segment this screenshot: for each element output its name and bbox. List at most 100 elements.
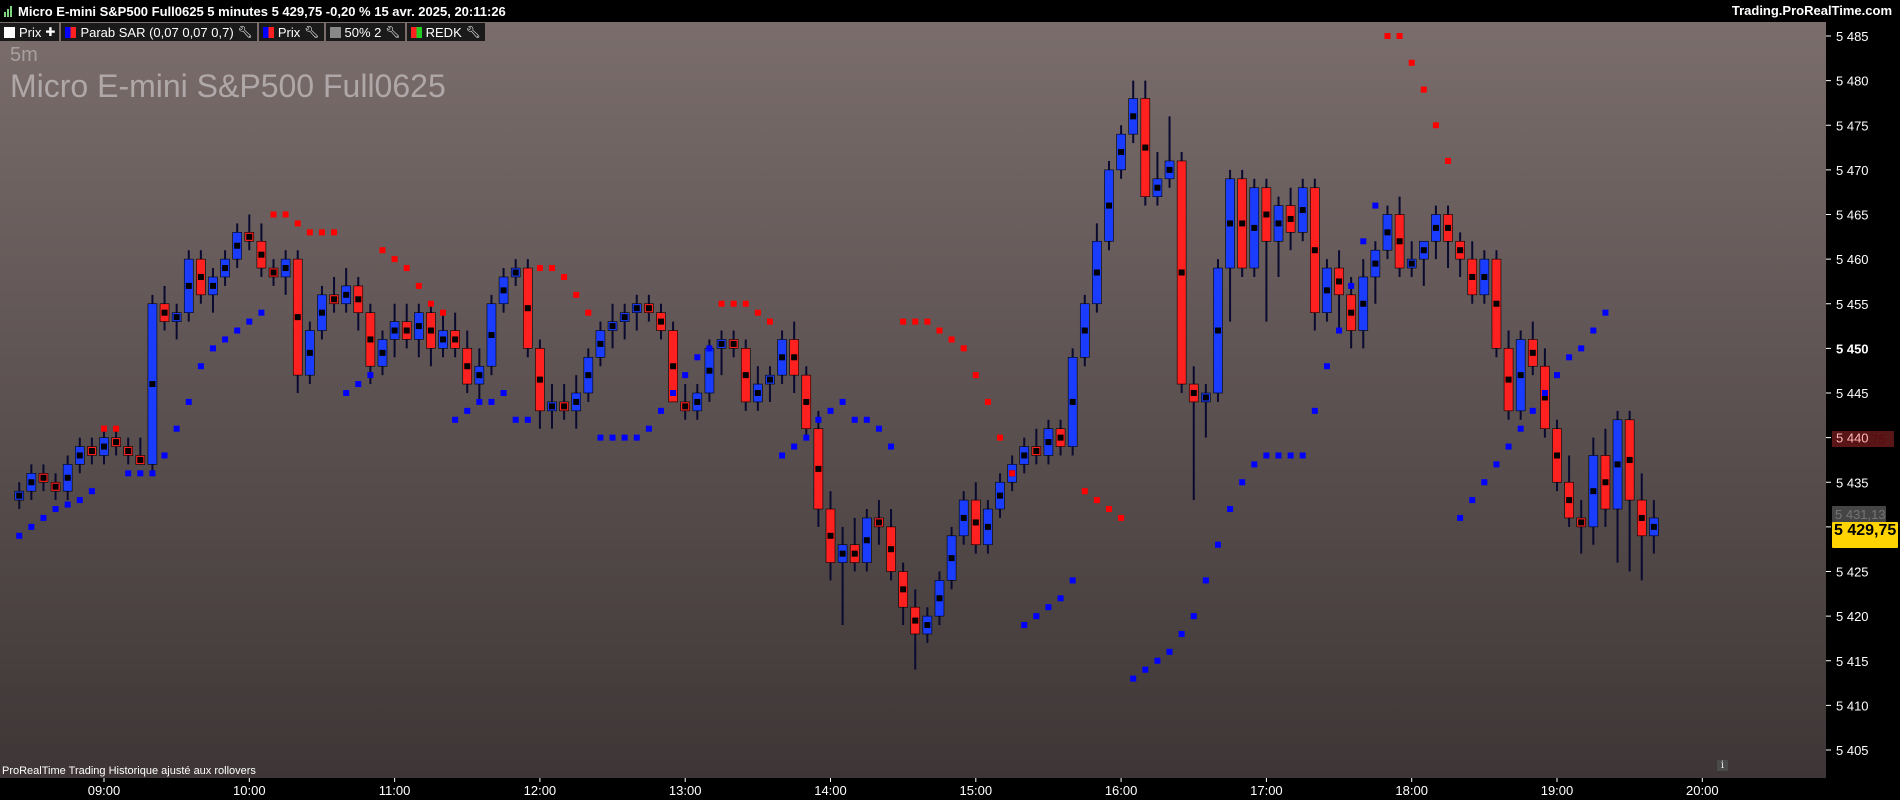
site-link[interactable]: Trading.ProRealTime.com bbox=[1732, 3, 1892, 18]
sar-dot bbox=[1360, 238, 1367, 245]
chart-canvas[interactable] bbox=[0, 22, 1826, 778]
sar-dot bbox=[791, 443, 798, 450]
wrench-icon[interactable]: 🔧︎ bbox=[238, 25, 253, 39]
wrench-icon[interactable]: 🔧︎ bbox=[466, 25, 481, 39]
candle-midpoint-mark bbox=[440, 336, 447, 343]
legend-item-redk[interactable]: REDK 🔧︎ bbox=[406, 23, 485, 41]
time-axis[interactable]: 09:00 10:00 11:00 12:00 13:00 14:00 15:00 16:00… bbox=[0, 778, 1826, 800]
candle-midpoint-mark bbox=[670, 363, 677, 370]
wrench-icon[interactable]: 🔧︎ bbox=[385, 25, 400, 39]
sar-dot bbox=[1323, 363, 1330, 370]
candle-midpoint-mark bbox=[1239, 220, 1246, 227]
sar-dot bbox=[1408, 59, 1415, 66]
sar-dot bbox=[76, 497, 83, 504]
sar-dot bbox=[609, 434, 616, 441]
sar-dot bbox=[452, 416, 459, 423]
candle-midpoint-mark bbox=[76, 452, 83, 459]
candle-midpoint-mark bbox=[682, 403, 689, 410]
candle-midpoint-mark bbox=[367, 336, 374, 343]
sar-dot bbox=[1105, 506, 1112, 513]
y-tick-label: 5 475 bbox=[1836, 118, 1869, 133]
legend-item-price-2[interactable]: Prix 🔧︎ bbox=[258, 23, 324, 41]
candle-midpoint-mark bbox=[197, 273, 204, 280]
sar-dot bbox=[391, 256, 398, 263]
sar-dot bbox=[1517, 425, 1524, 432]
info-icon[interactable]: i bbox=[1717, 760, 1728, 771]
candle-midpoint-mark bbox=[1493, 300, 1500, 307]
sar-dot bbox=[1214, 541, 1221, 548]
candle-midpoint-mark bbox=[803, 398, 810, 405]
wrench-icon[interactable]: 🔧︎ bbox=[304, 25, 319, 39]
title-bar: Micro E-mini S&P500 Full0625 5 minutes 5… bbox=[0, 0, 1900, 22]
candle-midpoint-mark bbox=[464, 363, 471, 370]
legend-item-price[interactable]: Prix ✚ bbox=[0, 23, 60, 41]
swatch-icon bbox=[65, 26, 77, 38]
sar-dot bbox=[1021, 622, 1028, 629]
y-tick-label: 5 410 bbox=[1836, 698, 1869, 713]
sar-dot bbox=[185, 398, 192, 405]
candle-midpoint-mark bbox=[766, 376, 773, 383]
x-tick-label: 18:00 bbox=[1395, 783, 1428, 798]
candle-midpoint-mark bbox=[1650, 523, 1657, 530]
candle-midpoint-mark bbox=[609, 323, 616, 330]
price-axis[interactable]: 5 4055 4105 4155 4205 4255 4305 4355 440… bbox=[1826, 22, 1900, 778]
candle-midpoint-mark bbox=[657, 318, 664, 325]
sar-dot bbox=[355, 381, 362, 388]
candle-midpoint-mark bbox=[597, 340, 604, 347]
candle-midpoint-mark bbox=[875, 519, 882, 526]
plus-icon[interactable]: ✚ bbox=[45, 25, 55, 39]
sar-dot bbox=[149, 470, 156, 477]
candle-midpoint-mark bbox=[948, 555, 955, 562]
legend-item-parab-sar[interactable]: Parab SAR (0,07 0,07 0,7) 🔧︎ bbox=[61, 23, 257, 41]
candle-midpoint-mark bbox=[536, 376, 543, 383]
candle-midpoint-mark bbox=[427, 327, 434, 334]
candle-midpoint-mark bbox=[1021, 452, 1028, 459]
candle-midpoint-mark bbox=[779, 354, 786, 361]
candle-midpoint-mark bbox=[621, 314, 628, 321]
candle-midpoint-mark bbox=[500, 287, 507, 294]
legend-label: Prix bbox=[277, 24, 301, 40]
swatch-icon bbox=[410, 26, 422, 38]
x-tick-label: 16:00 bbox=[1105, 783, 1138, 798]
candle-midpoint-mark bbox=[1396, 238, 1403, 245]
price-chart[interactable] bbox=[0, 22, 1826, 778]
sar-dot bbox=[1239, 479, 1246, 486]
sar-dot bbox=[524, 416, 531, 423]
candle-midpoint-mark bbox=[1142, 144, 1149, 151]
sar-dot bbox=[1590, 327, 1597, 334]
sar-dot bbox=[318, 229, 325, 236]
candle-midpoint-mark bbox=[1420, 247, 1427, 254]
sar-dot bbox=[997, 434, 1004, 441]
sar-price-text: 5 439,75 bbox=[1835, 432, 1886, 447]
candle-midpoint-mark bbox=[331, 296, 338, 303]
candle-midpoint-mark bbox=[718, 340, 725, 347]
time-axis-ticks: 09:00 10:00 11:00 12:00 13:00 14:00 15:00 16:00… bbox=[88, 778, 1719, 798]
candle-midpoint-mark bbox=[209, 282, 216, 289]
candle-midpoint-mark bbox=[1432, 224, 1439, 231]
candle-midpoint-mark bbox=[888, 546, 895, 553]
sar-dot bbox=[464, 407, 471, 414]
sar-dot bbox=[1275, 452, 1282, 459]
candle-midpoint-mark bbox=[1275, 220, 1282, 227]
candle-midpoint-mark bbox=[1457, 247, 1464, 254]
candle-midpoint-mark bbox=[1529, 349, 1536, 356]
sar-dot bbox=[500, 390, 507, 396]
sar-dot bbox=[827, 407, 834, 414]
x-tick-label: 17:00 bbox=[1250, 783, 1283, 798]
candle-midpoint-mark bbox=[585, 372, 592, 379]
sar-dot bbox=[403, 265, 410, 272]
legend-label: Prix bbox=[19, 24, 42, 40]
candle-midpoint-mark bbox=[1590, 488, 1597, 495]
legend-item-fifty-pct[interactable]: 50% 2 🔧︎ bbox=[325, 23, 405, 41]
sar-dot bbox=[1578, 345, 1585, 352]
candle-midpoint-mark bbox=[791, 354, 798, 361]
candle-midpoint-mark bbox=[573, 398, 580, 405]
candle-midpoint-mark bbox=[1469, 273, 1476, 280]
sar-dot bbox=[888, 443, 895, 450]
sar-dot bbox=[1299, 452, 1306, 459]
candle-midpoint-mark bbox=[1130, 113, 1137, 120]
sar-dot bbox=[1057, 595, 1064, 602]
window-title: Micro E-mini S&P500 Full0625 5 minutes 5… bbox=[18, 3, 506, 19]
candle-midpoint-mark bbox=[1602, 479, 1609, 486]
candle-midpoint-mark bbox=[391, 327, 398, 334]
